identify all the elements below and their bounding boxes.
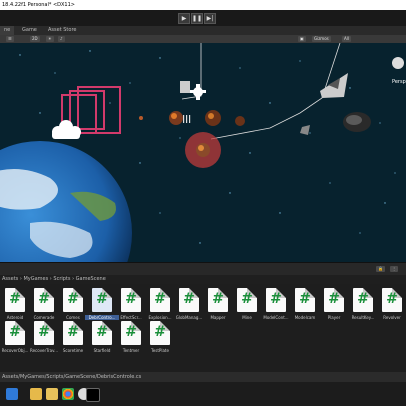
script-file[interactable]: # Revolver (377, 288, 406, 328)
script-file-icon: # (324, 288, 344, 312)
script-file[interactable]: # RecoverObj... (0, 321, 30, 361)
scene-toolbar: ☰ 2D ☀ ♪ ▣ Gizmos All (0, 35, 406, 43)
tab-scene[interactable]: ne (0, 26, 15, 35)
windows-icon[interactable] (6, 388, 18, 400)
tab-asset-store[interactable]: Asset Store (44, 26, 80, 35)
script-file[interactable]: # Mine (232, 288, 262, 328)
script-file[interactable]: # Modelcam (290, 288, 320, 328)
script-file-icon: # (63, 288, 83, 312)
project-file-grid: # Asteroid # Comerade # Comes # DebrContro... # E… (0, 284, 406, 372)
script-file[interactable]: # RecoverTrav... (29, 321, 59, 361)
gizmos-dropdown[interactable]: Gizmos (312, 36, 331, 42)
script-file[interactable]: # ModelCont... (261, 288, 291, 328)
script-file-icon: # (208, 288, 228, 312)
script-file-icon: # (5, 288, 25, 312)
scene-tool-button[interactable]: ☰ (6, 36, 14, 42)
script-file-icon: # (353, 288, 373, 312)
folder-icon[interactable] (46, 388, 58, 400)
scene-view[interactable]: Persp (0, 43, 406, 262)
scene-search-input[interactable]: All (342, 36, 351, 42)
play-toolbar: ▶ ❚❚ ▶| (0, 10, 406, 26)
script-file-icon: # (63, 321, 83, 345)
bar-sprite[interactable] (183, 115, 191, 123)
script-file-icon: # (266, 288, 286, 312)
script-file[interactable]: # GlobManag... (174, 288, 204, 328)
script-file-icon: # (92, 321, 112, 345)
selected-path-text: Assets/MyGames/Scripts/GameScene/DebrisC… (2, 374, 142, 380)
tab-game[interactable]: Game (18, 26, 41, 35)
script-file-name: Revolver (383, 315, 401, 320)
script-file[interactable]: # Starfield (87, 321, 117, 361)
menu-icon[interactable]: ⋮ (390, 266, 398, 272)
camera-settings-icon[interactable]: ▣ (298, 36, 306, 42)
lock-icon[interactable]: 🔒 (376, 266, 385, 272)
script-file[interactable]: # Scoretime (58, 321, 88, 361)
window-title: 18.4.22f1 Personal* <DX11> (2, 2, 75, 8)
script-file[interactable]: # Player (319, 288, 349, 328)
script-file[interactable]: # Tentmer (116, 321, 146, 361)
script-file-icon: # (237, 288, 257, 312)
script-file-icon: # (121, 288, 141, 312)
persp-label: Persp (392, 79, 406, 85)
script-file[interactable]: # ResultKey... (348, 288, 378, 328)
script-file-icon: # (5, 321, 25, 345)
script-file-icon: # (34, 288, 54, 312)
project-tab-bar: 🔒 ⋮ (0, 262, 406, 276)
script-file-name: TestPlate (151, 348, 169, 353)
script-file-icon: # (295, 288, 315, 312)
windows-taskbar (0, 382, 406, 406)
breadcrumb-text[interactable]: Assets › MyGames › Scripts › GameScene (0, 276, 106, 282)
selected-path-bar: Assets/MyGames/Scripts/GameScene/DebrisC… (0, 372, 406, 382)
script-file-icon: # (34, 321, 54, 345)
unity-icon[interactable] (86, 388, 100, 402)
play-button[interactable]: ▶ (178, 13, 190, 24)
step-button[interactable]: ▶| (204, 13, 216, 24)
script-file-icon: # (92, 288, 112, 312)
script-file-icon: # (150, 321, 170, 345)
view-tab-bar: ne Game Asset Store (0, 26, 406, 35)
breadcrumb: Assets › MyGames › Scripts › GameScene (0, 275, 406, 284)
mode-2d-button[interactable]: 2D (30, 36, 40, 42)
window-title-bar: 18.4.22f1 Personal* <DX11> (0, 0, 406, 10)
script-file-icon: # (179, 288, 199, 312)
script-file-icon: # (121, 321, 141, 345)
script-file[interactable]: # TestPlate (145, 321, 175, 361)
script-file-icon: # (382, 288, 402, 312)
light-toggle[interactable]: ☀ (46, 36, 54, 42)
scene-canvas[interactable]: Persp (0, 43, 406, 262)
explorer-icon[interactable] (30, 388, 42, 400)
audio-toggle[interactable]: ♪ (58, 36, 65, 42)
script-file-icon: # (150, 288, 170, 312)
script-file[interactable]: # Mapper (203, 288, 233, 328)
pause-button[interactable]: ❚❚ (191, 13, 203, 24)
asteroid-sprite[interactable] (235, 116, 245, 126)
chrome-icon[interactable] (62, 388, 74, 400)
